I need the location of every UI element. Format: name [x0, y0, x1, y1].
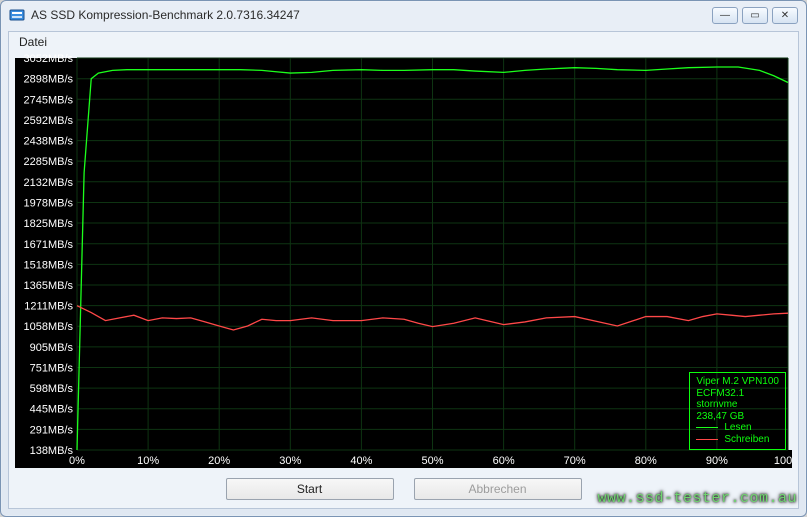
compression-chart: 138MB/s 291MB/s 445MB/s 598MB/s 751MB/s 905MB…: [15, 54, 792, 468]
svg-text:1978MB/s: 1978MB/s: [23, 197, 73, 209]
svg-text:1058MB/s: 1058MB/s: [23, 321, 73, 333]
svg-text:80%: 80%: [635, 455, 657, 467]
legend-item-read: Lesen: [696, 422, 779, 434]
maximize-button[interactable]: ▭: [742, 7, 768, 24]
close-button[interactable]: ✕: [772, 7, 798, 24]
svg-text:1365MB/s: 1365MB/s: [23, 280, 73, 292]
svg-text:2745MB/s: 2745MB/s: [23, 94, 73, 106]
app-icon: [9, 7, 25, 23]
minimize-button[interactable]: ―: [712, 7, 738, 24]
menubar: Datei: [9, 32, 798, 52]
svg-text:445MB/s: 445MB/s: [30, 404, 74, 416]
svg-text:1671MB/s: 1671MB/s: [23, 239, 73, 251]
legend-driver: stornvme: [696, 399, 779, 411]
svg-text:1825MB/s: 1825MB/s: [23, 218, 73, 230]
legend-item-write: Schreiben: [696, 434, 779, 446]
svg-text:2592MB/s: 2592MB/s: [23, 115, 73, 127]
chart-area: 138MB/s 291MB/s 445MB/s 598MB/s 751MB/s 905MB…: [15, 54, 792, 468]
window-title: AS SSD Kompression-Benchmark 2.0.7316.34…: [31, 8, 712, 22]
legend-swatch-write: [696, 439, 718, 440]
svg-text:2285MB/s: 2285MB/s: [23, 156, 73, 168]
legend-box: Viper M.2 VPN100 ECFM32.1 stornvme 238,4…: [689, 372, 786, 450]
svg-text:20%: 20%: [208, 455, 230, 467]
svg-text:291MB/s: 291MB/s: [30, 424, 74, 436]
svg-text:30%: 30%: [279, 455, 301, 467]
svg-text:100%: 100%: [774, 455, 792, 467]
svg-text:598MB/s: 598MB/s: [30, 383, 74, 395]
legend-swatch-read: [696, 427, 718, 428]
svg-text:751MB/s: 751MB/s: [30, 363, 74, 375]
close-icon: ✕: [781, 10, 789, 21]
svg-text:2438MB/s: 2438MB/s: [23, 136, 73, 148]
svg-text:90%: 90%: [706, 455, 728, 467]
svg-text:0%: 0%: [69, 455, 85, 467]
svg-text:10%: 10%: [137, 455, 159, 467]
svg-text:70%: 70%: [564, 455, 586, 467]
svg-text:2132MB/s: 2132MB/s: [23, 177, 73, 189]
legend-device-2: ECFM32.1: [696, 388, 779, 400]
app-window: AS SSD Kompression-Benchmark 2.0.7316.34…: [0, 0, 807, 517]
svg-text:1518MB/s: 1518MB/s: [23, 259, 73, 271]
legend-label-read: Lesen: [724, 422, 751, 434]
client-area: Datei 138MB/s 291MB/s 445MB/s 598MB/s 751MB/…: [8, 31, 799, 509]
svg-text:3052MB/s: 3052MB/s: [23, 54, 73, 65]
svg-text:138MB/s: 138MB/s: [30, 445, 74, 457]
window-controls: ― ▭ ✕: [712, 7, 798, 24]
legend-label-write: Schreiben: [724, 434, 769, 446]
svg-text:2898MB/s: 2898MB/s: [23, 74, 73, 86]
svg-text:40%: 40%: [350, 455, 372, 467]
menu-file[interactable]: Datei: [19, 35, 47, 49]
titlebar[interactable]: AS SSD Kompression-Benchmark 2.0.7316.34…: [1, 1, 806, 29]
minimize-icon: ―: [720, 10, 730, 21]
svg-text:1211MB/s: 1211MB/s: [24, 301, 73, 313]
legend-capacity: 238,47 GB: [696, 411, 779, 423]
button-bar: Start Abbrechen: [9, 472, 798, 508]
svg-text:905MB/s: 905MB/s: [30, 342, 74, 354]
svg-text:50%: 50%: [421, 455, 443, 467]
maximize-icon: ▭: [750, 10, 759, 21]
start-button[interactable]: Start: [226, 478, 394, 500]
svg-text:60%: 60%: [493, 455, 515, 467]
legend-device-1: Viper M.2 VPN100: [696, 376, 779, 388]
cancel-button: Abbrechen: [414, 478, 582, 500]
